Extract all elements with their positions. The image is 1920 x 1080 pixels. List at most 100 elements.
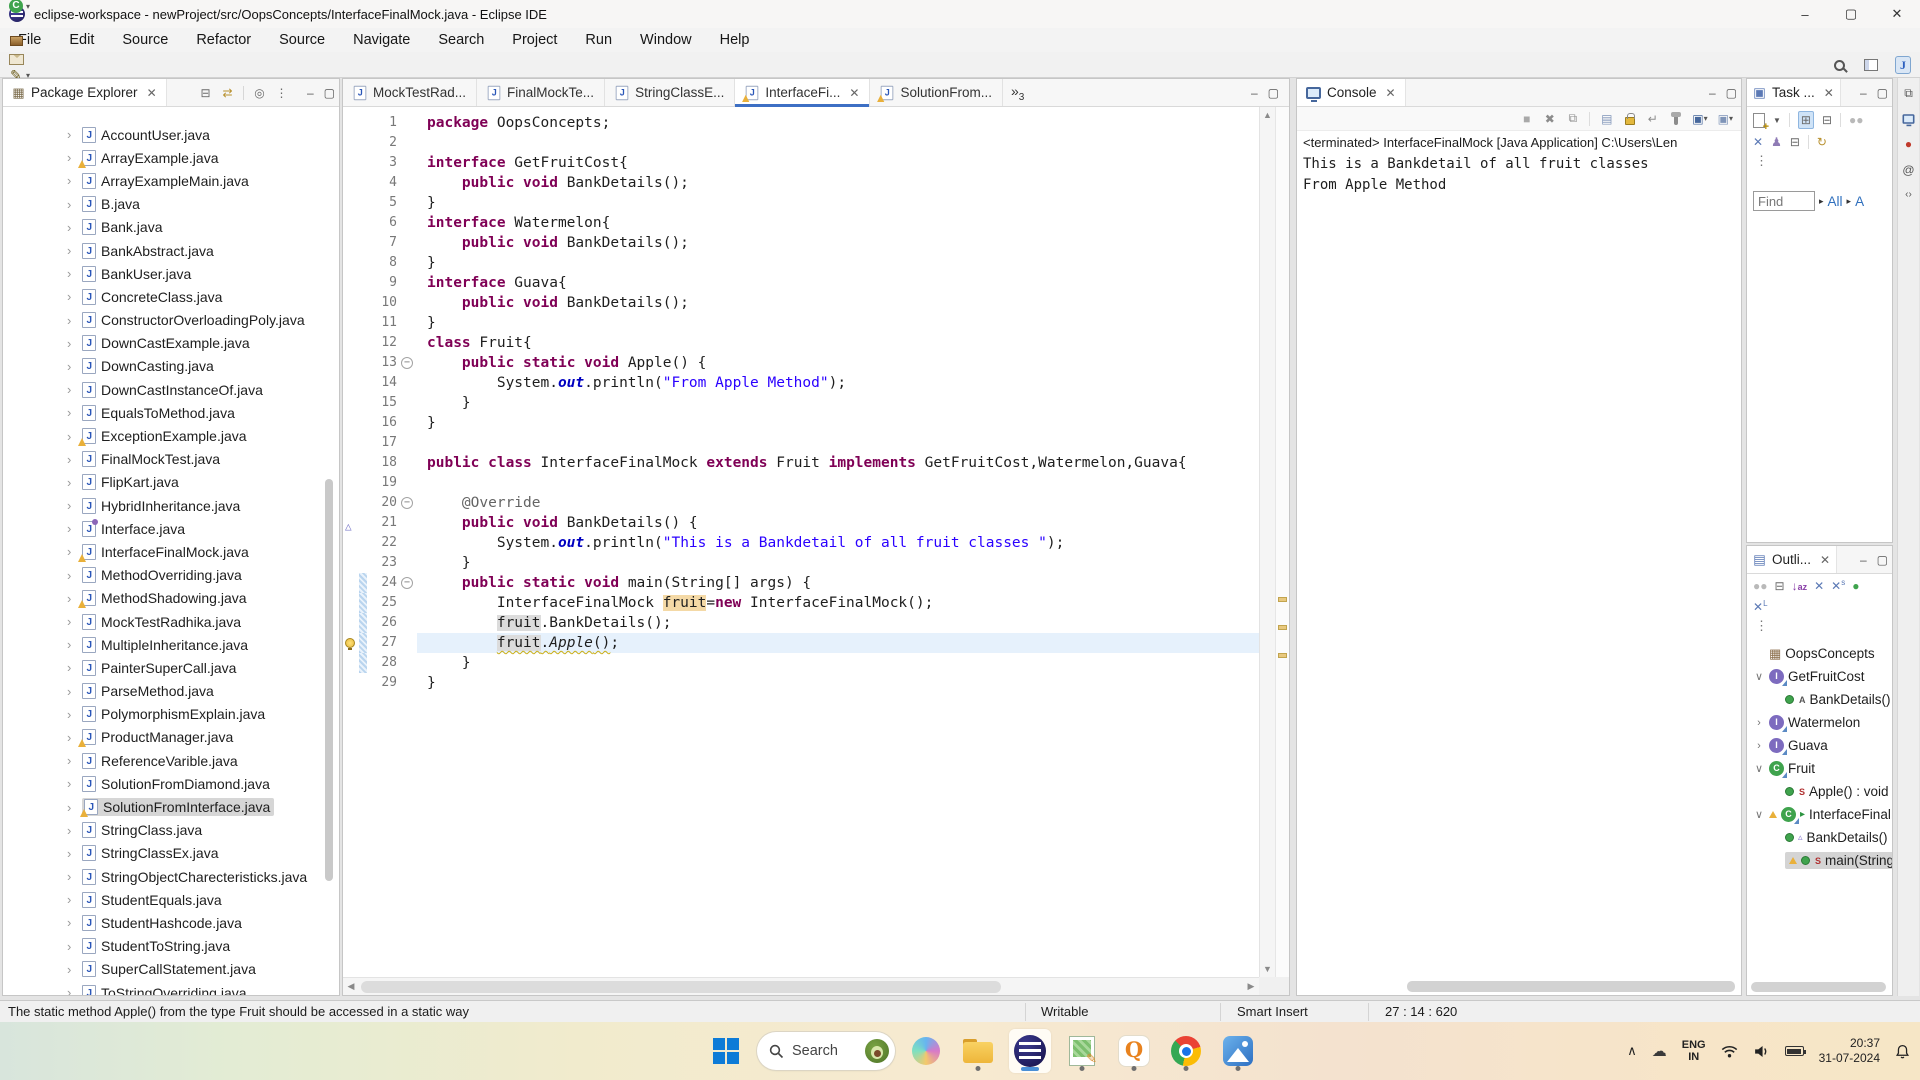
editor-tab-solutionfrom[interactable]: SolutionFrom... xyxy=(870,79,1003,106)
notification-bell-icon[interactable] xyxy=(1895,1044,1910,1059)
collapse-all-icon[interactable]: ⊟ xyxy=(1790,135,1800,149)
clock[interactable]: 20:37 31-07-2024 xyxy=(1819,1036,1880,1066)
menu-window[interactable]: Window xyxy=(626,32,706,48)
remove-all-launches-icon[interactable]: ⧉ xyxy=(1566,111,1579,126)
new-task-button[interactable] xyxy=(5,48,33,66)
tree-item-multipleinheritance-java[interactable]: ›MultipleInheritance.java xyxy=(3,633,339,656)
onedrive-cloud-icon[interactable]: ☁ xyxy=(1652,1042,1667,1060)
view-menu-icon[interactable]: ⋮ xyxy=(1747,151,1892,169)
code-line-8[interactable]: 8} xyxy=(343,253,1259,273)
menu-run[interactable]: Run xyxy=(571,32,626,48)
code-line-4[interactable]: 4 public void BankDetails(); xyxy=(343,173,1259,193)
code-line-15[interactable]: 15 } xyxy=(343,393,1259,413)
tree-item-referencevarible-java[interactable]: ›ReferenceVarible.java xyxy=(3,749,339,772)
close-icon[interactable]: ✕ xyxy=(1820,553,1830,567)
battery-icon[interactable] xyxy=(1785,1046,1804,1056)
tree-item-solutionfrominterface-java[interactable]: ›SolutionFromInterface.java xyxy=(3,795,339,818)
hide-static-members-icon[interactable]: ✕s xyxy=(1831,578,1845,593)
tree-item-supercallstatement-java[interactable]: ›SuperCallStatement.java xyxy=(3,958,339,981)
scheduled-presentation-icon[interactable]: ⊟ xyxy=(1822,113,1832,127)
declaration-view-shortcut-icon[interactable]: ‹› xyxy=(1905,189,1912,200)
menu-source[interactable]: Source xyxy=(108,32,182,48)
code-line-12[interactable]: 12class Fruit{ xyxy=(343,333,1259,353)
editor-tab-finalmockte[interactable]: FinalMockTe... xyxy=(477,79,605,106)
open-console-icon[interactable]: ▣▾ xyxy=(1718,112,1733,126)
maximize-view-icon[interactable]: ▢ xyxy=(1877,553,1888,567)
minimize-view-icon[interactable]: – xyxy=(1860,553,1867,567)
search-button[interactable] xyxy=(1828,56,1850,74)
filter-person-icon[interactable]: ♟ xyxy=(1771,135,1782,149)
code-line-22[interactable]: 22 System.out.println("This is a Bankdet… xyxy=(343,533,1259,553)
tree-item-methodshadowing-java[interactable]: ›MethodShadowing.java xyxy=(3,587,339,610)
taskbar-editor-app-icon[interactable] xyxy=(1061,1029,1103,1073)
editor-tab-interfacefi[interactable]: InterfaceFi...✕ xyxy=(735,79,870,106)
tree-item-arrayexample-java[interactable]: ›ArrayExample.java xyxy=(3,146,339,169)
close-icon[interactable]: ✕ xyxy=(1824,86,1834,100)
menu-edit[interactable]: Edit xyxy=(55,32,108,48)
outline-item-bankdetails-void[interactable]: ABankDetails() : void xyxy=(1747,688,1892,711)
outline-item-getfruitcost[interactable]: ∨IGetFruitCost xyxy=(1747,665,1892,688)
restore-views-icon[interactable]: ⧉ xyxy=(1904,86,1913,101)
maximize-view-icon[interactable]: ▢ xyxy=(1877,86,1888,100)
clear-console-icon[interactable]: ▤ xyxy=(1600,112,1613,126)
tree-item-studentequals-java[interactable]: ›StudentEquals.java xyxy=(3,888,339,911)
display-console-icon[interactable]: ▣▾ xyxy=(1692,112,1707,126)
pin-console-icon[interactable] xyxy=(1669,113,1682,125)
editor-horizontal-scrollbar[interactable]: ◀ ▶ xyxy=(343,977,1259,995)
tree-item-polymorphismexplain-java[interactable]: ›PolymorphismExplain.java xyxy=(3,703,339,726)
tree-item-studenthashcode-java[interactable]: ›StudentHashcode.java xyxy=(3,911,339,934)
console-tab[interactable]: Console ✕ xyxy=(1297,79,1406,106)
outline-item-interfacefinalmock[interactable]: ∨C▸InterfaceFinalMock xyxy=(1747,803,1892,826)
filter-all-link[interactable]: All xyxy=(1828,194,1843,209)
volume-icon[interactable] xyxy=(1753,1045,1770,1058)
tree-item-downcastinstanceof-java[interactable]: ›DownCastInstanceOf.java xyxy=(3,378,339,401)
tree-item-tostringoverriding-java[interactable]: ›ToStringOverriding.java xyxy=(3,981,339,995)
wifi-icon[interactable] xyxy=(1721,1045,1738,1058)
outline-item-apple-void[interactable]: SApple() : void xyxy=(1747,780,1892,803)
terminate-icon[interactable]: ■ xyxy=(1520,112,1533,126)
tree-item-stringclass-java[interactable]: ›StringClass.java xyxy=(3,819,339,842)
menu-refactor[interactable]: Refactor xyxy=(182,32,265,48)
console-scrollbar[interactable] xyxy=(1407,981,1735,992)
menu-help[interactable]: Help xyxy=(706,32,764,48)
outline-scrollbar[interactable] xyxy=(1751,982,1886,992)
fold-icon[interactable]: − xyxy=(401,357,413,369)
code-line-25[interactable]: 25 InterfaceFinalMock fruit=new Interfac… xyxy=(343,593,1259,613)
open-perspective-button[interactable] xyxy=(1860,56,1882,74)
close-icon[interactable]: ✕ xyxy=(1386,86,1396,100)
code-line-20[interactable]: 20− @Override xyxy=(343,493,1259,513)
taskbar-eclipse-icon[interactable] xyxy=(1009,1029,1051,1073)
code-line-9[interactable]: 9interface Guava{ xyxy=(343,273,1259,293)
tree-item-downcastexample-java[interactable]: ›DownCastExample.java xyxy=(3,332,339,355)
task-find-input[interactable]: Find xyxy=(1753,191,1815,211)
start-button[interactable] xyxy=(705,1029,747,1073)
tree-item-interface-java[interactable]: ›Interface.java xyxy=(3,517,339,540)
maximize-view-icon[interactable]: ▢ xyxy=(1726,86,1737,100)
javadoc-view-shortcut-icon[interactable]: @ xyxy=(1902,163,1914,177)
sort-icon[interactable]: ↓az xyxy=(1792,579,1808,593)
close-button[interactable]: ✕ xyxy=(1874,0,1920,28)
tab-overflow-indicator[interactable]: »3 xyxy=(1003,83,1032,103)
new-task-icon[interactable] xyxy=(1753,113,1765,128)
minimize-view-icon[interactable]: – xyxy=(1860,86,1867,100)
hide-completed-icon[interactable]: ✕ xyxy=(1753,135,1763,149)
tray-overflow-chevron-icon[interactable]: ∧ xyxy=(1627,1043,1637,1059)
maximize-view-icon[interactable]: ▢ xyxy=(1268,86,1279,100)
focus-icon[interactable]: ●● xyxy=(1753,579,1768,593)
tree-item-hybridinheritance-java[interactable]: ›HybridInheritance.java xyxy=(3,494,339,517)
outline-item-bankdetails-void[interactable]: ▵BankDetails() : void xyxy=(1747,826,1892,849)
tree-item-stringobjectcharecteristicks-java[interactable]: ›StringObjectCharecteristicks.java xyxy=(3,865,339,888)
minimize-button[interactable]: – xyxy=(1782,0,1828,28)
outline-tab[interactable]: ▤ Outli... ✕ xyxy=(1747,546,1837,573)
synchronize-icon[interactable]: ↻ xyxy=(1817,135,1827,149)
fold-icon[interactable]: − xyxy=(401,497,413,509)
taskbar-q-app-icon[interactable]: Q xyxy=(1113,1029,1155,1073)
minimize-view-icon[interactable]: – xyxy=(1709,86,1716,100)
tree-item-parsemethod-java[interactable]: ›ParseMethod.java xyxy=(3,680,339,703)
collapse-all-icon[interactable]: ⊟ xyxy=(1775,579,1785,593)
editor-vertical-scrollbar[interactable]: ▲ ▼ xyxy=(1259,107,1275,977)
code-line-10[interactable]: 10 public void BankDetails(); xyxy=(343,293,1259,313)
fold-icon[interactable]: − xyxy=(401,577,413,589)
task-list-tab[interactable]: ▣ Task ... ✕ xyxy=(1747,79,1841,106)
code-line-5[interactable]: 5} xyxy=(343,193,1259,213)
